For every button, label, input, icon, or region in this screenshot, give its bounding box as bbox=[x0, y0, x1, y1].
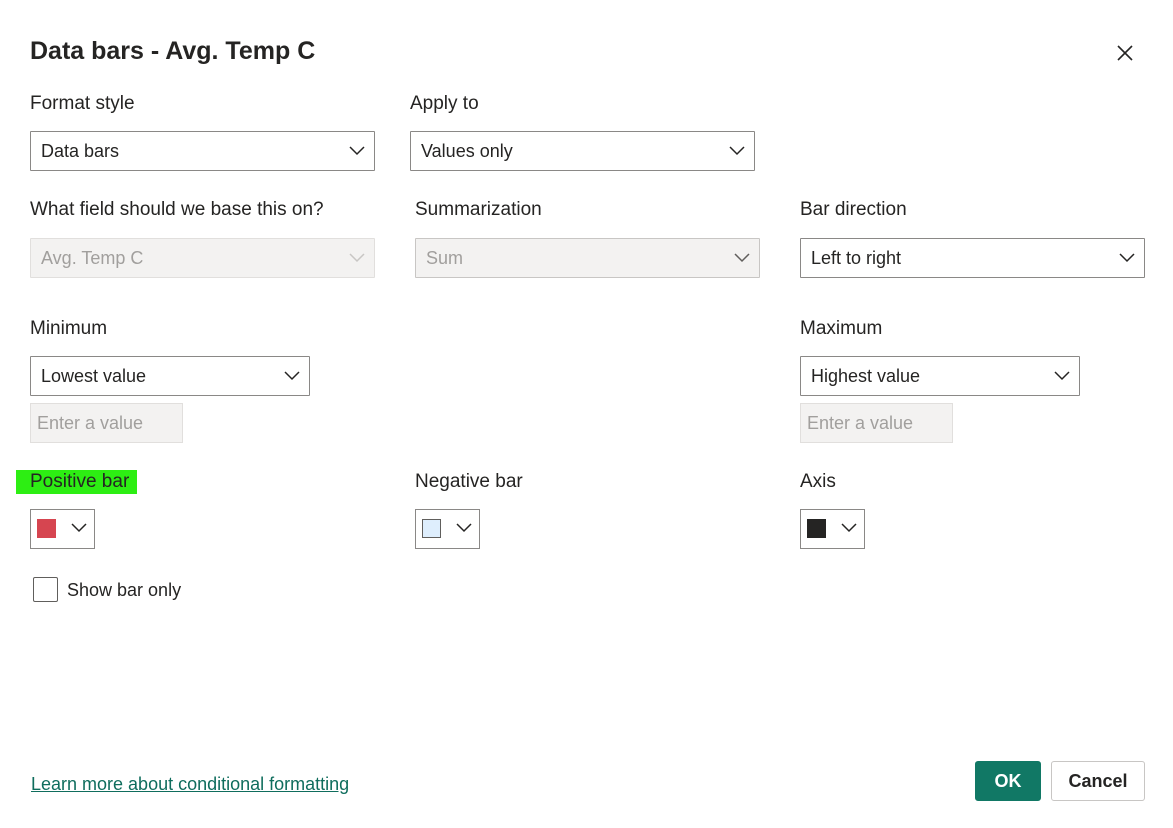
minimum-value: Lowest value bbox=[41, 366, 147, 386]
cancel-button[interactable]: Cancel bbox=[1051, 761, 1145, 801]
axis-swatch bbox=[807, 519, 826, 538]
chevron-down-icon bbox=[841, 523, 857, 533]
format-style-dropdown[interactable]: Data bars bbox=[30, 131, 375, 171]
close-button[interactable] bbox=[1110, 38, 1140, 68]
positive-bar-swatch bbox=[37, 519, 56, 538]
chevron-down-icon bbox=[1119, 253, 1135, 263]
chevron-down-icon bbox=[284, 371, 300, 381]
base-field-dropdown: Avg. Temp C bbox=[30, 238, 375, 278]
dialog-title: Data bars - Avg. Temp C bbox=[30, 37, 316, 65]
conditional-formatting-dialog: Data bars - Avg. Temp C Format style Dat… bbox=[0, 0, 1173, 828]
chevron-down-icon bbox=[456, 523, 472, 533]
apply-to-value: Values only bbox=[421, 141, 513, 161]
maximum-dropdown[interactable]: Highest value bbox=[800, 356, 1080, 396]
format-style-value: Data bars bbox=[41, 141, 120, 161]
minimum-dropdown[interactable]: Lowest value bbox=[30, 356, 310, 396]
learn-more-link[interactable]: Learn more about conditional formatting bbox=[31, 772, 349, 796]
base-field-label: What field should we base this on? bbox=[30, 199, 324, 220]
close-icon bbox=[1117, 45, 1133, 61]
summarization-dropdown: Sum bbox=[415, 238, 760, 278]
chevron-down-icon bbox=[734, 253, 750, 263]
chevron-down-icon bbox=[71, 523, 87, 533]
chevron-down-icon bbox=[729, 146, 745, 156]
show-bar-only-label: Show bar only bbox=[67, 580, 182, 600]
axis-color-picker[interactable] bbox=[800, 509, 865, 549]
bar-direction-dropdown[interactable]: Left to right bbox=[800, 238, 1145, 278]
format-style-label: Format style bbox=[30, 93, 135, 114]
show-bar-only-checkbox[interactable] bbox=[33, 577, 58, 602]
ok-button[interactable]: OK bbox=[975, 761, 1041, 801]
positive-bar-color-picker[interactable] bbox=[30, 509, 95, 549]
summarization-label: Summarization bbox=[415, 199, 542, 220]
minimum-value-input[interactable]: Enter a value bbox=[30, 403, 183, 443]
negative-bar-swatch bbox=[422, 519, 441, 538]
axis-label: Axis bbox=[800, 471, 836, 492]
base-field-value: Avg. Temp C bbox=[41, 248, 144, 268]
apply-to-dropdown[interactable]: Values only bbox=[410, 131, 755, 171]
minimum-label: Minimum bbox=[30, 318, 108, 339]
maximum-value: Highest value bbox=[811, 366, 921, 386]
apply-to-label: Apply to bbox=[410, 93, 479, 114]
bar-direction-label: Bar direction bbox=[800, 199, 907, 220]
chevron-down-icon bbox=[1054, 371, 1070, 381]
summarization-value: Sum bbox=[426, 248, 464, 268]
positive-bar-label: Positive bar bbox=[16, 470, 138, 494]
negative-bar-color-picker[interactable] bbox=[415, 509, 480, 549]
chevron-down-icon bbox=[349, 146, 365, 156]
maximum-value-input[interactable]: Enter a value bbox=[800, 403, 953, 443]
negative-bar-label: Negative bar bbox=[415, 471, 523, 492]
bar-direction-value: Left to right bbox=[811, 248, 902, 268]
maximum-label: Maximum bbox=[800, 318, 883, 339]
chevron-down-icon bbox=[349, 253, 365, 263]
